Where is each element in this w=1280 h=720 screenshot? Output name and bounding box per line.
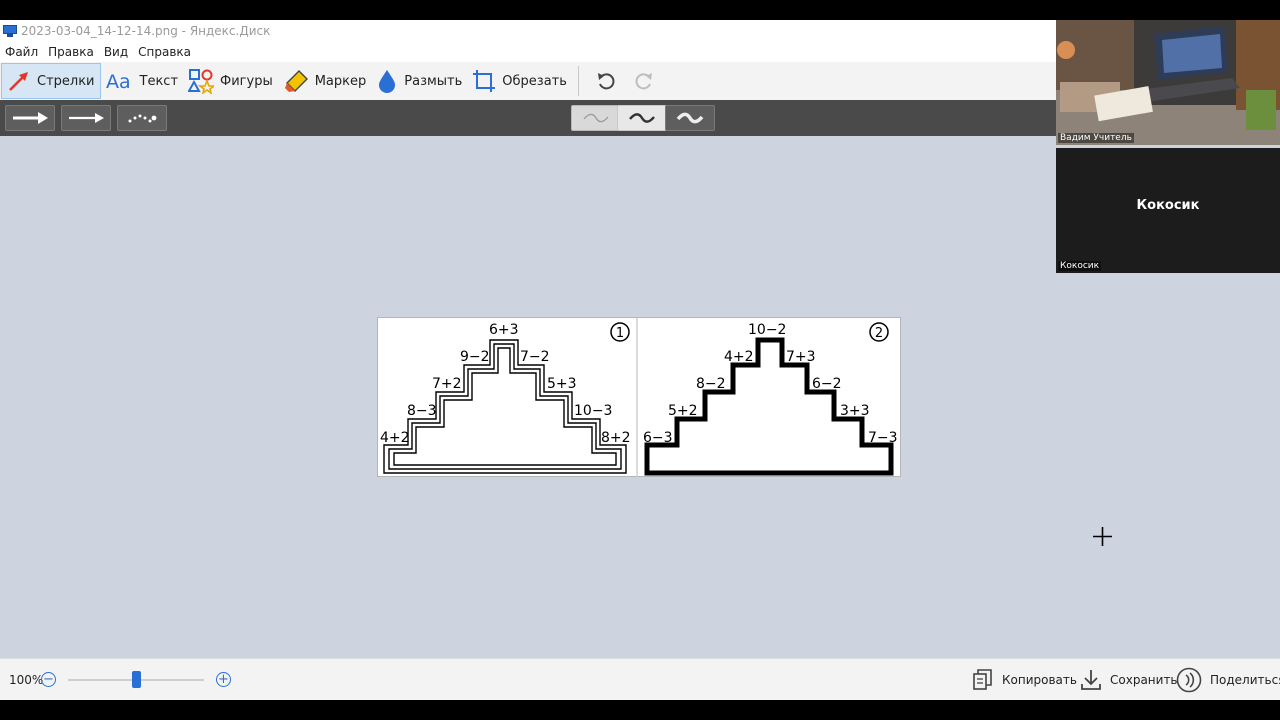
p1-label-l4: 4+2 — [380, 430, 410, 446]
tool-crop-label: Обрезать — [502, 73, 567, 89]
blur-icon — [379, 70, 396, 93]
copy-icon — [973, 669, 992, 690]
shapes-icon — [188, 69, 215, 94]
p1-label-top: 6+3 — [489, 322, 519, 338]
p1-label-l3: 8−3 — [407, 403, 437, 419]
wave-thin-icon — [583, 113, 609, 123]
p1-label-r2: 5+3 — [547, 376, 577, 392]
p2-label-top: 10−2 — [748, 322, 786, 338]
zoom-in-button[interactable]: + — [216, 672, 231, 687]
crosshair-cursor-icon — [1093, 527, 1112, 546]
panel-2-number: 2 — [875, 326, 883, 341]
toolbar-divider — [577, 66, 579, 96]
stroke-thin-button[interactable] — [571, 105, 621, 131]
download-icon — [1081, 670, 1101, 690]
arrow-dotted-icon — [128, 114, 157, 123]
tool-arrows-label: Стрелки — [37, 73, 95, 89]
arrow-style-dotted-button[interactable] — [117, 105, 167, 131]
video-tile-student-display-name: Кокосик — [1136, 198, 1200, 213]
p2-label-l1: 4+2 — [724, 349, 754, 365]
tool-shapes[interactable]: Фигуры — [183, 63, 278, 99]
undo-icon — [597, 73, 615, 90]
p2-label-r3: 3+3 — [840, 403, 870, 419]
tool-arrows[interactable]: Стрелки — [1, 63, 101, 99]
screen: 2023-03-04_14-12-14.png - Яндекс.Диск Фа… — [0, 0, 1280, 720]
window-title: 2023-03-04_14-12-14.png - Яндекс.Диск — [21, 24, 271, 38]
plus-icon: + — [218, 672, 229, 687]
tool-marker-label: Маркер — [314, 73, 367, 89]
status-bar: 100% − + Копировать Сохранить Поделиться — [0, 658, 1280, 700]
menu-edit[interactable]: Правка — [43, 45, 99, 59]
stroke-thick-button[interactable] — [665, 105, 715, 131]
undo-button[interactable] — [587, 63, 625, 99]
crop-icon — [473, 70, 496, 92]
redo-button[interactable] — [625, 63, 663, 99]
tool-text-label: Текст — [139, 73, 179, 89]
zoom-slider[interactable] — [68, 670, 204, 688]
marker-icon — [284, 70, 308, 92]
p2-label-l4: 6−3 — [643, 430, 673, 446]
copy-label: Копировать — [1002, 673, 1077, 687]
panel-1-number: 1 — [616, 326, 624, 341]
staircase-exercise-image: 1 6+3 9−2 7−2 7+2 5+3 8−3 10−3 4+2 8+2 2… — [380, 318, 898, 478]
share-button[interactable]: Поделиться — [1176, 667, 1280, 693]
p2-label-r2: 6−2 — [812, 376, 842, 392]
yandex-disk-icon — [3, 25, 17, 37]
menu-view[interactable]: Вид — [99, 45, 133, 59]
tool-blur-label: Размыть — [404, 73, 463, 89]
arrow-style-solid-button[interactable] — [5, 105, 55, 131]
p2-label-r1: 7+3 — [786, 349, 816, 365]
video-tile-student-name: Кокосик — [1058, 261, 1102, 271]
copy-button[interactable]: Копировать — [972, 667, 1077, 693]
text-icon: Aa — [106, 71, 131, 93]
tool-marker[interactable]: Маркер — [278, 63, 372, 99]
share-label: Поделиться — [1210, 673, 1280, 687]
video-tile-student[interactable]: Кокосик Кокосик — [1056, 148, 1280, 273]
p1-label-r4: 8+2 — [601, 430, 631, 446]
zoom-out-button[interactable]: − — [41, 672, 56, 687]
tool-blur[interactable]: Размыть — [371, 63, 467, 99]
zoom-value: 100% — [9, 672, 44, 687]
video-tile-teacher[interactable]: Вадим Учитель — [1056, 20, 1280, 145]
p1-label-l2: 7+2 — [432, 376, 462, 392]
redo-icon — [635, 73, 652, 90]
minus-icon: − — [43, 672, 54, 687]
wave-medium-icon — [629, 113, 655, 123]
zoom-slider-thumb[interactable] — [132, 670, 141, 688]
wave-thick-icon — [676, 112, 704, 124]
arrow-thin-icon — [69, 113, 104, 123]
menu-help[interactable]: Справка — [133, 45, 196, 59]
stroke-medium-button[interactable] — [617, 105, 667, 131]
p2-label-l3: 5+2 — [668, 403, 698, 419]
save-button[interactable]: Сохранить — [1080, 667, 1178, 693]
p1-label-r1: 7−2 — [520, 349, 550, 365]
menu-file[interactable]: Файл — [0, 45, 43, 59]
share-icon — [1176, 667, 1202, 693]
video-tile-teacher-name: Вадим Учитель — [1058, 133, 1134, 143]
p2-label-l2: 8−2 — [696, 376, 726, 392]
p1-label-r3: 10−3 — [574, 403, 612, 419]
edited-image[interactable]: 1 6+3 9−2 7−2 7+2 5+3 8−3 10−3 4+2 8+2 2… — [377, 317, 901, 478]
save-label: Сохранить — [1110, 673, 1178, 687]
p1-label-l1: 9−2 — [460, 349, 490, 365]
arrow-solid-icon — [13, 112, 48, 124]
arrow-icon — [9, 72, 28, 91]
tool-crop[interactable]: Обрезать — [467, 63, 572, 99]
arrow-style-thin-button[interactable] — [61, 105, 111, 131]
teacher-video-frame — [1056, 20, 1280, 145]
svg-text:Aa: Aa — [106, 71, 131, 93]
p2-label-r4: 7−3 — [868, 430, 898, 446]
tool-shapes-label: Фигуры — [220, 73, 273, 89]
tool-text[interactable]: Aa Текст — [101, 63, 184, 99]
